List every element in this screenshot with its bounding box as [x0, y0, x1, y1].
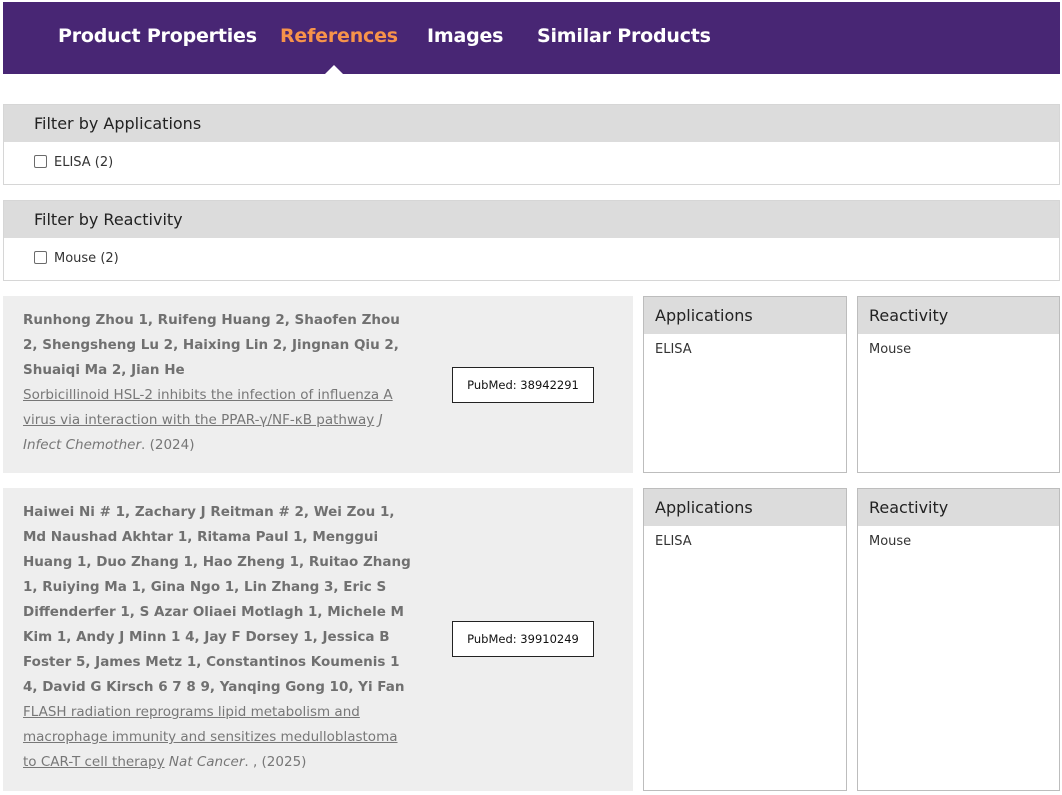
reference-citation: Haiwei Ni # 1, Zachary J Reitman # 2, We… — [23, 500, 413, 775]
filter-option-elisa[interactable]: ELISA (2) — [34, 155, 113, 170]
active-tab-indicator — [323, 65, 345, 76]
applications-header: Applications — [644, 489, 846, 526]
filter-option-mouse[interactable]: Mouse (2) — [34, 251, 119, 266]
applications-panel: Applications ELISA — [643, 296, 847, 473]
reactivity-header: Reactivity — [858, 489, 1059, 526]
applications-value: ELISA — [655, 534, 692, 549]
filter-option-label: Mouse (2) — [54, 251, 119, 266]
reference-item: Runhong Zhou 1, Ruifeng Huang 2, Shaofen… — [3, 296, 633, 473]
tab-images[interactable]: Images — [427, 25, 503, 47]
reactivity-header: Reactivity — [858, 297, 1059, 334]
applications-header: Applications — [644, 297, 846, 334]
mouse-checkbox[interactable] — [34, 251, 47, 264]
applications-panel: Applications ELISA — [643, 488, 847, 791]
reference-item: Haiwei Ni # 1, Zachary J Reitman # 2, We… — [3, 488, 633, 791]
reference-journal: Nat Cancer — [168, 754, 245, 770]
filter-reactivity-title: Filter by Reactivity — [4, 201, 1059, 238]
reference-year: . , (2025) — [244, 754, 307, 770]
applications-value: ELISA — [655, 342, 692, 357]
reactivity-panel: Reactivity Mouse — [857, 296, 1060, 473]
reactivity-value: Mouse — [869, 342, 912, 357]
reference-year: . (2024) — [141, 437, 195, 453]
tab-similar-products[interactable]: Similar Products — [537, 25, 711, 47]
elisa-checkbox[interactable] — [34, 155, 47, 168]
reference-title-link[interactable]: Sorbicillinoid HSL-2 inhibits the infect… — [23, 387, 393, 428]
reactivity-panel: Reactivity Mouse — [857, 488, 1060, 791]
filter-option-label: ELISA (2) — [54, 155, 114, 170]
filter-applications-panel: Filter by Applications ELISA (2) — [3, 104, 1060, 185]
tab-product-properties[interactable]: Product Properties — [58, 25, 257, 47]
filter-applications-title: Filter by Applications — [4, 105, 1059, 142]
pubmed-button[interactable]: PubMed: 38942291 — [452, 367, 594, 403]
tab-bar: Product Properties References Images Sim… — [3, 2, 1060, 76]
reference-authors: Runhong Zhou 1, Ruifeng Huang 2, Shaofen… — [23, 312, 400, 378]
tab-references[interactable]: References — [280, 25, 398, 47]
pubmed-button[interactable]: PubMed: 39910249 — [452, 621, 594, 657]
filter-reactivity-panel: Filter by Reactivity Mouse (2) — [3, 200, 1060, 281]
reference-authors: Haiwei Ni # 1, Zachary J Reitman # 2, We… — [23, 504, 411, 695]
reactivity-value: Mouse — [869, 534, 912, 549]
reference-citation: Runhong Zhou 1, Ruifeng Huang 2, Shaofen… — [23, 308, 413, 458]
